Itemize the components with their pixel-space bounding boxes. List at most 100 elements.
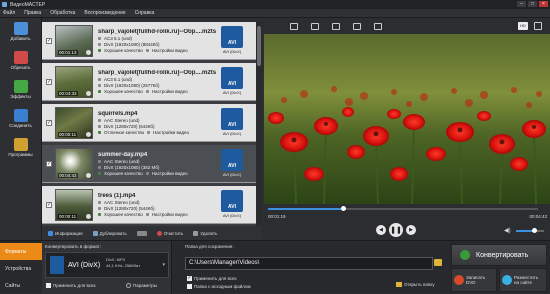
list-item[interactable]: ✓ 00:00:11 trees (1).mp4 AAC Stereo (und… <box>42 186 256 224</box>
settings-icon <box>147 130 151 134</box>
fullscreen-icon[interactable]: HD <box>518 22 528 30</box>
seek-bar[interactable] <box>264 205 550 213</box>
delete-button[interactable]: Удалить <box>193 230 217 236</box>
speed-icon[interactable] <box>353 22 361 30</box>
apply-all-checkbox[interactable]: Применить для всех <box>46 283 96 288</box>
sidebar-item-join[interactable]: Соединить <box>0 105 41 134</box>
format-select[interactable]: AVI (DivX) DivX, MP3 44,1 KHz, 256Кбит ▾ <box>45 252 169 278</box>
sidebar-item-add[interactable]: Добавить <box>0 18 41 47</box>
sidebar-item-effects[interactable]: Эффекты <box>0 76 41 105</box>
video-preview[interactable] <box>264 34 550 204</box>
menu-help[interactable]: Справка <box>135 10 155 16</box>
format-badge[interactable]: AVI AVI (DivX) <box>220 149 244 177</box>
format-badge[interactable]: AVI AVI (DivX) <box>220 190 244 218</box>
quality[interactable]: Хорошее качество <box>104 171 143 176</box>
volume-slider[interactable] <box>516 228 544 233</box>
view-toggle[interactable] <box>136 230 147 236</box>
open-folder-button[interactable]: Открыть папку <box>396 282 435 287</box>
folder-icon <box>396 282 402 287</box>
menu-playback[interactable]: Воспроизведение <box>84 10 125 16</box>
playback-controls: ◀ ❚❚ ▶ ◀) <box>264 221 550 240</box>
play-icon[interactable] <box>86 131 91 137</box>
list-item[interactable]: ✓ 00:00:11 squirrels.mp4 AAC Stereo (und… <box>42 104 256 142</box>
volume-knob[interactable] <box>531 228 537 233</box>
publish-web-button[interactable]: Разместить на сайте <box>499 268 547 292</box>
quality[interactable]: Отличное качество <box>104 130 144 135</box>
sidebar-item-cut[interactable]: Обрезать <box>0 47 41 76</box>
menu-file[interactable]: Файл <box>3 10 15 16</box>
motion-icon[interactable] <box>374 22 382 30</box>
duplicate-button[interactable]: Дублировать <box>92 230 127 236</box>
parameters-button[interactable]: Параметры <box>126 283 157 288</box>
bottom-panel: Форматы Устройства Сайты Конвертировать … <box>0 240 550 294</box>
list-item[interactable]: ✓ 00:04:43 summer-day.mp4 AAC Stereo (un… <box>42 145 256 183</box>
format-badge[interactable]: AVI AVI (DivX) <box>220 108 244 136</box>
video-settings[interactable]: Настройки видео <box>152 89 188 94</box>
video-settings[interactable]: Настройки видео <box>152 48 188 53</box>
volume-icon[interactable]: ◀) <box>504 227 514 234</box>
play-icon[interactable] <box>86 49 91 55</box>
apply-all-save-checkbox[interactable]: ✓ Применить для всех <box>187 276 237 281</box>
web-label: Разместить на сайте <box>514 275 538 285</box>
item-checkbox[interactable]: ✓ <box>46 119 52 126</box>
next-frame-icon[interactable]: ▶ <box>406 225 416 235</box>
close-icon[interactable]: × <box>539 1 548 7</box>
list-scrollbar[interactable] <box>256 22 262 226</box>
play-icon[interactable] <box>86 172 91 178</box>
format-detail-codec: DivX, MP3 <box>106 257 125 262</box>
sidebar-item-programs[interactable]: Программы <box>0 134 41 163</box>
tab-devices[interactable]: Устройства <box>0 260 42 277</box>
item-checkbox[interactable]: ✓ <box>46 160 52 167</box>
checkbox-box[interactable] <box>46 283 51 288</box>
format-badge[interactable]: AVI AVI (DivX) <box>220 67 244 95</box>
clear-button[interactable]: Очистить <box>156 230 183 236</box>
quality[interactable]: Хорошее качество <box>104 212 143 217</box>
item-checkbox[interactable]: ✓ <box>46 37 52 44</box>
brightness-icon[interactable] <box>332 22 340 30</box>
file-name: trees (1).mp4 <box>98 192 136 199</box>
play-icon[interactable] <box>86 213 91 219</box>
apply-all-label: Применить для всех <box>53 283 96 288</box>
prev-frame-icon[interactable]: ◀ <box>376 225 386 235</box>
info-button[interactable]: Информация <box>48 230 83 236</box>
video-settings[interactable]: Настройки видео <box>152 212 188 217</box>
list-item[interactable]: ✓ 00:04:33 sharp_vajolet[fullhd-rolik.ru… <box>42 63 256 101</box>
grid-icon[interactable] <box>534 22 542 30</box>
file-name: sharp_vajolet[fullhd-rolik.ru]--Обр....m… <box>98 69 216 76</box>
checkbox-box[interactable] <box>187 284 192 289</box>
format-badge[interactable]: AVI AVI (DivX) <box>220 26 244 54</box>
quality[interactable]: Хорошее качество <box>104 48 143 53</box>
seek-knob[interactable] <box>341 206 347 211</box>
dvd-label: Записать DVD <box>466 275 485 285</box>
cut-icon <box>13 51 28 64</box>
quality[interactable]: Хорошее качество <box>104 89 143 94</box>
browse-folder-icon[interactable] <box>434 259 442 266</box>
video-settings[interactable]: Настройки видео <box>152 171 188 176</box>
list-item[interactable]: ✓ 00:01:13 sharp_vajolet[fullhd-rolik.ru… <box>42 22 256 60</box>
video-settings[interactable]: Настройки видео <box>153 130 189 135</box>
item-checkbox[interactable]: ✓ <box>46 201 52 208</box>
maximize-icon[interactable]: □ <box>528 1 537 7</box>
play-pause-icon[interactable]: ❚❚ <box>389 223 403 237</box>
chevron-down-icon[interactable]: ▾ <box>162 262 165 268</box>
burn-dvd-button[interactable]: Записать DVD <box>451 268 497 292</box>
minimize-icon[interactable]: – <box>517 1 526 7</box>
save-path-field[interactable]: C:\Users\Manager\Videos\ <box>185 257 433 270</box>
audio-info: AC3 5.1 (und) <box>104 35 133 41</box>
play-icon[interactable] <box>86 90 91 96</box>
current-time: 00:01:19 <box>268 214 286 219</box>
menu-edit[interactable]: Правка <box>24 10 41 16</box>
checkbox-box[interactable]: ✓ <box>187 276 192 281</box>
crop-icon[interactable] <box>290 22 298 30</box>
tab-sites[interactable]: Сайты <box>0 277 42 294</box>
menu-processing[interactable]: Обработка <box>50 10 75 16</box>
delete-icon <box>193 230 199 236</box>
item-checkbox[interactable]: ✓ <box>46 78 52 85</box>
tab-formats[interactable]: Форматы <box>0 243 42 260</box>
convert-button[interactable]: Конвертировать <box>451 244 547 266</box>
scrollbar-thumb[interactable] <box>257 26 261 66</box>
duration: 00:04:33 <box>58 90 78 96</box>
source-folder-checkbox[interactable]: Папка с исходным файлом <box>187 284 251 289</box>
effects-icon <box>13 80 28 93</box>
rotate-icon[interactable] <box>311 22 319 30</box>
